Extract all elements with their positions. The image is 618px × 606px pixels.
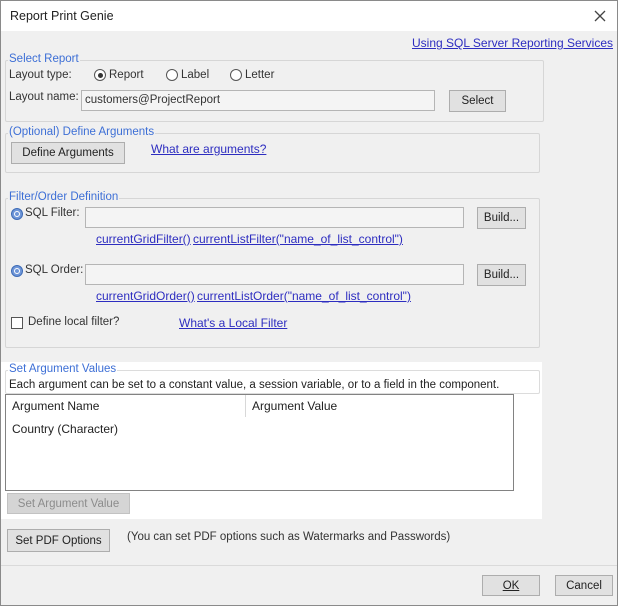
cancel-button[interactable]: Cancel [555,575,613,596]
local-filter-label[interactable]: Define local filter? [28,316,119,328]
sql-filter-label: SQL Filter: [25,207,80,219]
layout-name-field[interactable]: customers@ProjectReport [81,90,435,111]
ssrs-link[interactable]: Using SQL Server Reporting Services [412,36,613,50]
current-grid-order-link[interactable]: currentGridOrder() [96,289,195,303]
argument-values-description: Each argument can be set to a constant v… [9,379,500,391]
close-icon[interactable] [589,5,611,27]
column-header-argument-value[interactable]: Argument Value [246,395,513,417]
set-argument-value-button[interactable]: Set Argument Value [7,493,130,514]
current-list-filter-link[interactable]: currentListFilter("name_of_list_control"… [193,232,403,246]
radio-label[interactable] [166,69,178,81]
layout-type-label: Layout type: [9,69,72,81]
layout-name-label: Layout name: [9,91,79,103]
select-report-legend: Select Report [8,53,80,65]
radio-letter-label[interactable]: Letter [245,69,274,81]
argument-grid[interactable]: Argument Name Argument Value Country (Ch… [5,394,514,491]
radio-letter[interactable] [230,69,242,81]
argument-values-legend: Set Argument Values [8,363,118,375]
footer-divider [1,565,617,566]
current-grid-filter-link[interactable]: currentGridFilter() [96,232,191,246]
define-arguments-legend: (Optional) Define Arguments [8,126,156,138]
what-are-arguments-link[interactable]: What are arguments? [151,142,266,156]
whats-a-local-filter-link[interactable]: What's a Local Filter [179,316,287,330]
sql-order-info-icon[interactable] [11,265,23,277]
filter-order-legend: Filter/Order Definition [8,191,120,203]
pdf-options-note: (You can set PDF options such as Waterma… [127,531,451,543]
report-print-genie-dialog: Report Print Genie Using SQL Server Repo… [0,0,618,606]
sql-filter-input[interactable] [85,207,464,228]
radio-label-label[interactable]: Label [181,69,209,81]
sql-order-label: SQL Order: [25,264,84,276]
title-bar: Report Print Genie [1,1,617,31]
filter-build-button[interactable]: Build... [477,207,526,229]
local-filter-checkbox[interactable] [11,317,23,329]
column-header-argument-name[interactable]: Argument Name [6,395,246,417]
window-title: Report Print Genie [10,9,114,23]
define-arguments-button[interactable]: Define Arguments [11,142,125,164]
sql-filter-info-icon[interactable] [11,208,23,220]
current-list-order-link[interactable]: currentListOrder("name_of_list_control") [197,289,411,303]
argument-row-name[interactable]: Country (Character) [12,422,118,436]
ok-button[interactable]: OK [482,575,540,596]
order-build-button[interactable]: Build... [477,264,526,286]
radio-report[interactable] [94,69,106,81]
radio-report-label[interactable]: Report [109,69,144,81]
sql-order-input[interactable] [85,264,464,285]
set-pdf-options-button[interactable]: Set PDF Options [7,529,110,552]
select-button[interactable]: Select [449,90,506,112]
